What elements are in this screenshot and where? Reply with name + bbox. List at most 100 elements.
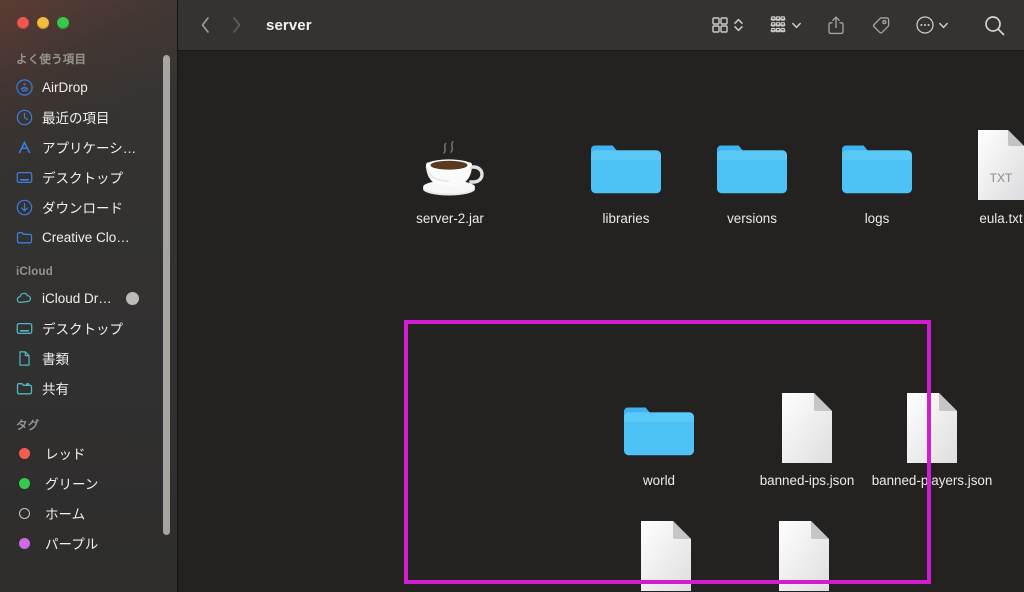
blank-document-icon xyxy=(866,385,998,465)
file-name: world xyxy=(593,472,725,489)
file-name: ops.json xyxy=(991,472,1024,489)
sidebar-item-downloads[interactable]: ダウンロード xyxy=(0,192,178,222)
toolbar-actions xyxy=(698,8,1024,42)
chevron-down-icon xyxy=(791,16,802,34)
blank-document-icon xyxy=(741,385,873,465)
sidebar-item-icloud-drive[interactable]: iCloud Dr… xyxy=(0,283,178,313)
sidebar-item-tag-green[interactable]: グリーン xyxy=(0,468,178,498)
file-name: versions xyxy=(686,210,818,227)
minimize-button[interactable] xyxy=(37,17,49,29)
toolbar: server xyxy=(178,0,1024,51)
share-button[interactable] xyxy=(814,8,858,42)
window-title: server xyxy=(266,17,312,34)
grid-view-icon xyxy=(710,15,730,35)
forward-button[interactable] xyxy=(231,16,242,34)
file-item[interactable]: libraries xyxy=(560,123,692,227)
zoom-button[interactable] xyxy=(57,17,69,29)
sidebar-section-header-favorites: よく使う項目 xyxy=(0,44,178,72)
blank-document-icon xyxy=(991,385,1024,465)
search-button[interactable] xyxy=(961,8,1006,42)
sidebar-item-label: アプリケーシ… xyxy=(42,137,136,157)
sidebar-item-label: 共有 xyxy=(42,378,69,398)
sidebar-item-label: iCloud Dr… xyxy=(42,291,112,306)
back-button[interactable] xyxy=(200,16,211,34)
sidebar-item-label: グリーン xyxy=(45,473,98,493)
icloud-progress-icon xyxy=(126,292,139,305)
icloud-icon xyxy=(16,290,33,307)
file-name: banned-players.json xyxy=(866,472,998,489)
file-item[interactable]: logs xyxy=(811,123,943,227)
sidebar-item-tag-purple[interactable]: パープル xyxy=(0,528,178,558)
file-grid: server-2.jar libraries xyxy=(178,51,1024,592)
tag-dot-icon xyxy=(19,478,30,489)
file-item[interactable]: world xyxy=(593,385,725,489)
shared-folder-icon xyxy=(16,380,33,397)
sidebar-item-documents[interactable]: 書類 xyxy=(0,343,178,373)
group-by-button[interactable] xyxy=(756,8,814,42)
folder-icon xyxy=(593,385,725,465)
sidebar-item-recents[interactable]: 最近の項目 xyxy=(0,102,178,132)
blank-document-icon xyxy=(600,513,732,592)
sidebar-item-label: 最近の項目 xyxy=(42,107,110,127)
sidebar-item-applications[interactable]: アプリケーシ… xyxy=(0,132,178,162)
sidebar-item-label: デスクトップ xyxy=(42,167,123,187)
sidebar-item-label: レッド xyxy=(45,443,86,463)
finder-window: よく使う項目 AirDrop xyxy=(0,0,1024,592)
folder-icon xyxy=(811,123,943,203)
chevron-down-icon xyxy=(938,16,949,34)
tag-button[interactable] xyxy=(858,8,903,42)
chevron-updown-icon xyxy=(733,16,744,34)
more-actions-button[interactable] xyxy=(903,8,961,42)
file-item[interactable]: banned-ips.json xyxy=(741,385,873,489)
file-name: server-2.jar xyxy=(384,210,516,227)
sidebar-item-airdrop[interactable]: AirDrop xyxy=(0,72,178,102)
navigation-controls xyxy=(200,16,242,34)
group-list-icon xyxy=(768,15,788,35)
folder-icon xyxy=(560,123,692,203)
jar-coffee-icon xyxy=(384,123,516,203)
close-button[interactable] xyxy=(17,17,29,29)
airdrop-icon xyxy=(16,79,33,96)
applications-icon xyxy=(16,139,33,156)
file-item[interactable]: ops.json xyxy=(991,385,1024,489)
sidebar-item-desktop[interactable]: デスクトップ xyxy=(0,162,178,192)
sidebar-item-tag-red[interactable]: レッド xyxy=(0,438,178,468)
sidebar-scrollbar[interactable] xyxy=(163,55,170,535)
downloads-icon xyxy=(16,199,33,216)
window-controls xyxy=(17,17,69,29)
file-item[interactable]: TXT eula.txt xyxy=(935,123,1024,227)
sidebar-item-icloud-desktop[interactable]: デスクトップ xyxy=(0,313,178,343)
file-name: eula.txt xyxy=(935,210,1024,227)
sidebar-section-header-tags: タグ xyxy=(0,403,178,438)
document-icon xyxy=(16,350,33,367)
file-item[interactable]: banned-players.json xyxy=(866,385,998,489)
sidebar-item-creative-cloud[interactable]: Creative Clo… xyxy=(0,222,178,252)
icon-view-button[interactable] xyxy=(698,8,756,42)
tag-dot-icon xyxy=(19,538,30,549)
file-name: libraries xyxy=(560,210,692,227)
file-item[interactable]: server-2.jar xyxy=(384,123,516,227)
file-item[interactable]: usercache.json xyxy=(600,513,732,592)
desktop-icon xyxy=(16,320,33,337)
file-item[interactable]: whitelist.json xyxy=(738,513,870,592)
sidebar-item-label: ダウンロード xyxy=(42,197,123,217)
file-item[interactable]: versions xyxy=(686,123,818,227)
sidebar-item-label: ホーム xyxy=(45,503,85,523)
clock-icon xyxy=(16,109,33,126)
sidebar-item-tag-home[interactable]: ホーム xyxy=(0,498,178,528)
sidebar-item-label: デスクトップ xyxy=(42,318,123,338)
tag-dot-hollow-icon xyxy=(19,508,30,519)
sidebar-list: よく使う項目 AirDrop xyxy=(0,44,178,592)
folder-icon xyxy=(686,123,818,203)
txt-document-icon: TXT xyxy=(935,123,1024,203)
blank-document-icon xyxy=(738,513,870,592)
search-icon xyxy=(983,14,1006,37)
share-icon xyxy=(826,15,846,36)
svg-text:TXT: TXT xyxy=(990,171,1013,185)
folder-icon xyxy=(16,229,33,246)
sidebar-section-header-icloud: iCloud xyxy=(0,252,178,283)
sidebar-item-shared[interactable]: 共有 xyxy=(0,373,178,403)
sidebar: よく使う項目 AirDrop xyxy=(0,0,178,592)
sidebar-item-label: 書類 xyxy=(42,348,69,368)
main-content: server xyxy=(178,0,1024,592)
